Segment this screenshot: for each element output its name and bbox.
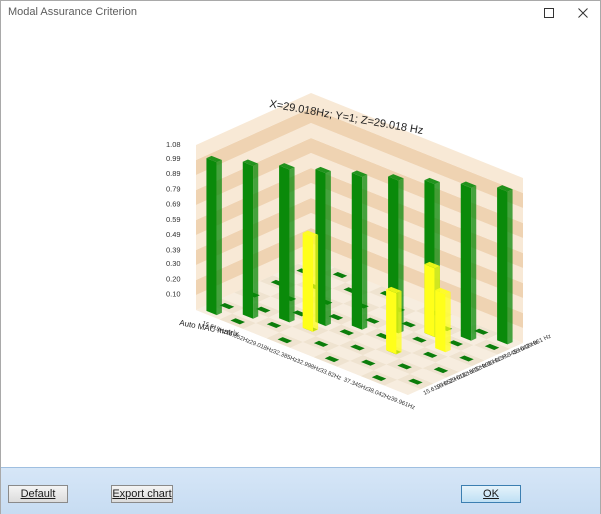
bar-side — [471, 185, 477, 341]
bar-front — [279, 165, 290, 323]
x-tick-label: 29.018Hz — [248, 340, 274, 355]
title-bar: Modal Assurance Criterion — [1, 1, 600, 25]
y-tick-label: 0.30 — [166, 259, 181, 268]
y-axis-ticks: 0.10 0.20 0.30 0.39 0.49 0.59 0.69 0.79 0.89 0.99… — [166, 140, 181, 299]
x-tick-label: 39.961Hz — [390, 396, 416, 411]
default-button-label: Default — [20, 488, 56, 500]
mac-chart-area[interactable]: 0.10 0.20 0.30 0.39 0.49 0.59 0.69 0.79 0.89 0.99… — [1, 25, 600, 465]
mac-bar — [460, 181, 477, 341]
mac-bar — [435, 287, 451, 353]
bar-front — [206, 158, 217, 316]
button-bar: Default Export chart OK — [1, 467, 600, 514]
maximize-icon[interactable] — [532, 1, 566, 25]
mac-window: Modal Assurance Criterion 0.10 0.20 0.30 0.… — [0, 0, 601, 514]
bar-front — [302, 232, 314, 332]
mac-3d-chart[interactable]: 0.10 0.20 0.30 0.39 0.49 0.59 0.69 0.79 0.89 0.99… — [1, 25, 600, 465]
bar-front — [435, 290, 446, 353]
x-tick-label: 38.042Hz — [366, 387, 392, 402]
bar-front — [460, 183, 472, 341]
mac-bar — [242, 159, 259, 319]
bar-side — [325, 170, 331, 327]
bar-side — [445, 291, 451, 353]
mac-bar — [302, 230, 319, 332]
bar-front — [242, 161, 254, 319]
bar-side — [362, 174, 368, 330]
default-button[interactable]: Default — [8, 485, 68, 503]
y-tick-label: 0.59 — [166, 215, 181, 224]
export-chart-button[interactable]: Export chart — [111, 485, 173, 503]
ok-button[interactable]: OK — [461, 485, 521, 503]
mac-bar — [206, 155, 222, 316]
export-chart-button-label: Export chart — [112, 488, 172, 500]
bar-front — [497, 187, 508, 345]
bar-front — [424, 264, 435, 338]
y-tick-label: 0.20 — [166, 274, 181, 283]
x-tick-label: 33.82Hz — [319, 368, 342, 382]
bar-side — [253, 163, 259, 319]
y-tick-label: 0.99 — [166, 154, 181, 163]
ok-button-label: OK — [483, 488, 499, 500]
x-tick-label: 32.998Hz — [295, 358, 321, 373]
y-tick-label: 0.79 — [166, 184, 181, 193]
bar-side — [313, 234, 319, 332]
y-tick-label: 0.39 — [166, 245, 181, 254]
x-tick-label: 32.385Hz — [272, 349, 298, 364]
bar-front — [386, 289, 397, 355]
bar-front — [351, 172, 363, 330]
mac-bar — [351, 170, 368, 330]
mac-bar — [386, 286, 402, 355]
mac-bar — [279, 163, 295, 323]
y-tick-label: 0.10 — [166, 290, 181, 299]
mac-bar — [497, 185, 513, 345]
y-tick-label: 0.69 — [166, 200, 181, 209]
bar-side — [396, 290, 402, 355]
y-tick-label: 0.49 — [166, 230, 181, 239]
close-icon[interactable] — [566, 1, 600, 25]
window-title: Modal Assurance Criterion — [8, 6, 138, 18]
y-tick-label: 1.08 — [166, 140, 181, 149]
y-tick-label: 0.89 — [166, 169, 181, 178]
bar-side — [507, 189, 513, 345]
bar-side — [289, 167, 295, 323]
bar-side — [216, 159, 222, 316]
x-tick-label: 37.345Hz — [342, 377, 368, 392]
